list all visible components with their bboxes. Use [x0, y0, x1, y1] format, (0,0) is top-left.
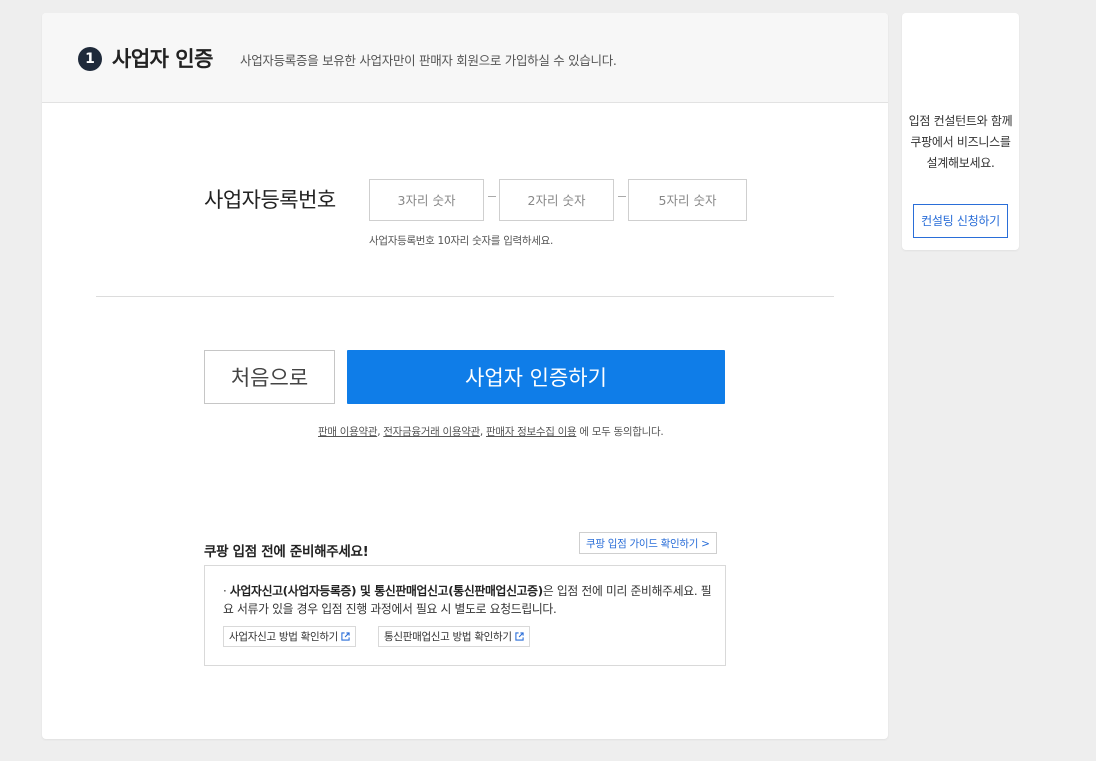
link-label: 통신판매업신고 방법 확인하기	[384, 631, 512, 643]
business-report-guide-button[interactable]: 사업자신고 방법 확인하기	[223, 626, 357, 647]
prep-info-text: · 사업자신고(사업자등록증) 및 통신판매업신고(통신판매업신고증)은 입점 …	[223, 582, 717, 618]
registration-field-1[interactable]	[369, 179, 484, 221]
verify-business-button[interactable]: 사업자 인증하기	[347, 350, 725, 404]
dash-divider	[618, 196, 626, 197]
main-card: 1 사업자 인증 사업자등록증을 보유한 사업자만이 판매자 회원으로 가입하실…	[42, 13, 888, 739]
terms-link-sales[interactable]: 판매 이용약관	[318, 426, 378, 438]
terms-link-financial[interactable]: 전자금융거래 이용약관	[383, 426, 480, 438]
back-button[interactable]: 처음으로	[204, 350, 335, 404]
prep-info-bold: 사업자신고(사업자등록증) 및 통신판매업신고(통신판매업신고증)	[229, 584, 543, 598]
external-link-icon	[341, 632, 350, 641]
prep-info-box: · 사업자신고(사업자등록증) 및 통신판매업신고(통신판매업신고증)은 입점 …	[204, 565, 726, 666]
registration-field-2[interactable]	[499, 179, 614, 221]
registration-field-3[interactable]	[628, 179, 747, 221]
terms-link-privacy[interactable]: 판매자 정보수집 이용	[486, 426, 577, 438]
consulting-text: 입점 컨설턴트와 함께 쿠팡에서 비즈니스를 설계해보세요.	[908, 114, 1013, 170]
onboarding-guide-button[interactable]: 쿠팡 입점 가이드 확인하기 >	[579, 532, 717, 554]
prep-title: 쿠팡 입점 전에 준비해주세요!	[204, 544, 369, 560]
registration-hint: 사업자등록번호 10자리 숫자를 입력하세요.	[369, 235, 554, 247]
section-divider	[96, 296, 834, 297]
terms-agreement: 판매 이용약관, 전자금융거래 이용약관, 판매자 정보수집 이용 에 모두 동…	[318, 424, 664, 439]
link-label: 사업자신고 방법 확인하기	[229, 631, 339, 643]
page-description: 사업자등록증을 보유한 사업자만이 판매자 회원으로 가입하실 수 있습니다.	[240, 53, 617, 68]
section-header: 1 사업자 인증 사업자등록증을 보유한 사업자만이 판매자 회원으로 가입하실…	[42, 13, 888, 103]
bullet: ·	[223, 584, 230, 598]
page-title: 사업자 인증	[112, 47, 213, 71]
external-link-icon	[515, 632, 524, 641]
dash-divider	[488, 196, 496, 197]
consulting-card: 입점 컨설턴트와 함께 쿠팡에서 비즈니스를 설계해보세요. 컨설팅 신청하기	[902, 13, 1019, 250]
telecom-sales-guide-button[interactable]: 통신판매업신고 방법 확인하기	[378, 626, 530, 647]
terms-suffix: 에 모두 동의합니다.	[576, 426, 664, 438]
consulting-apply-button[interactable]: 컨설팅 신청하기	[913, 204, 1008, 238]
step-badge: 1	[78, 47, 102, 71]
registration-label: 사업자등록번호	[204, 188, 336, 212]
